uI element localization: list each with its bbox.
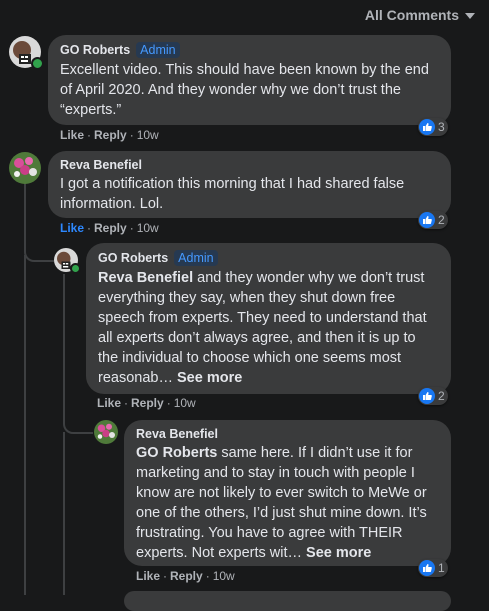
admin-badge: Admin [136, 42, 180, 58]
like-reaction-icon [419, 119, 435, 135]
like-button[interactable]: Like [60, 221, 84, 235]
reply-button[interactable]: Reply [170, 569, 203, 583]
like-reaction-icon [419, 560, 435, 576]
like-reaction-icon [419, 212, 435, 228]
thread-line [24, 255, 26, 595]
next-comment-bubble [124, 591, 451, 611]
comment-body: and they wonder why we don’t trust every… [98, 270, 427, 386]
thread-line [63, 432, 65, 595]
reaction-count[interactable]: 2 [418, 211, 448, 229]
author-name[interactable]: GO Roberts [98, 251, 168, 265]
comment-actions: Like · Reply · 10w [60, 128, 159, 142]
reaction-number: 2 [438, 213, 445, 227]
comment-text: I got a notification this morning that I… [60, 176, 405, 212]
like-reaction-icon [419, 388, 435, 404]
filter-label: All Comments [364, 7, 459, 23]
thread-connector [63, 412, 93, 434]
comment-bubble: Reva Benefiel I got a notification this … [48, 151, 451, 218]
comment-text: Reva Benefiel and they wonder why we don… [98, 268, 439, 388]
mention-link[interactable]: Reva Benefiel [98, 270, 193, 286]
comment-bubble: Reva Benefiel GO Roberts same here. If I… [124, 420, 451, 566]
comment-actions: Like · Reply · 10w [60, 221, 159, 235]
reaction-count[interactable]: 1 [418, 559, 448, 577]
reaction-count[interactable]: 3 [418, 118, 448, 136]
mention-link[interactable]: GO Roberts [136, 445, 217, 461]
comment-body: same here. If I didn’t use it for market… [136, 445, 427, 561]
reaction-number: 2 [438, 389, 445, 403]
author-name[interactable]: Reva Benefiel [60, 158, 142, 172]
comment-bubble: GO Roberts Admin Reva Benefiel and they … [86, 243, 451, 394]
timestamp[interactable]: 10w [137, 128, 159, 142]
reaction-count[interactable]: 2 [418, 387, 448, 405]
timestamp[interactable]: 10w [137, 221, 159, 235]
author-name[interactable]: GO Roberts [60, 43, 130, 57]
author-name[interactable]: Reva Benefiel [136, 427, 218, 441]
reaction-number: 3 [438, 120, 445, 134]
timestamp[interactable]: 10w [174, 396, 196, 410]
comment-bubble: GO Roberts Admin Excellent video. This s… [48, 35, 451, 125]
comment-actions: Like · Reply · 10w [97, 396, 196, 410]
online-status-icon [31, 57, 44, 70]
comment-text: GO Roberts same here. If I didn’t use it… [136, 443, 439, 563]
all-comments-filter[interactable]: All Comments [365, 7, 475, 23]
thread-connector [24, 240, 54, 262]
see-more-link[interactable]: See more [306, 545, 371, 561]
avatar[interactable] [9, 152, 41, 184]
like-button[interactable]: Like [97, 396, 121, 410]
reply-button[interactable]: Reply [94, 128, 127, 142]
timestamp[interactable]: 10w [213, 569, 235, 583]
like-button[interactable]: Like [136, 569, 160, 583]
reply-button[interactable]: Reply [94, 221, 127, 235]
comment-actions: Like · Reply · 10w [136, 569, 235, 583]
chevron-down-icon [465, 13, 475, 19]
admin-badge: Admin [174, 250, 218, 266]
reaction-number: 1 [438, 561, 445, 575]
comment-text: Excellent video. This should have been k… [60, 62, 429, 118]
see-more-link[interactable]: See more [177, 370, 242, 386]
online-status-icon [70, 263, 81, 274]
reply-button[interactable]: Reply [131, 396, 164, 410]
avatar[interactable] [94, 420, 118, 444]
thread-line [63, 274, 65, 424]
like-button[interactable]: Like [60, 128, 84, 142]
